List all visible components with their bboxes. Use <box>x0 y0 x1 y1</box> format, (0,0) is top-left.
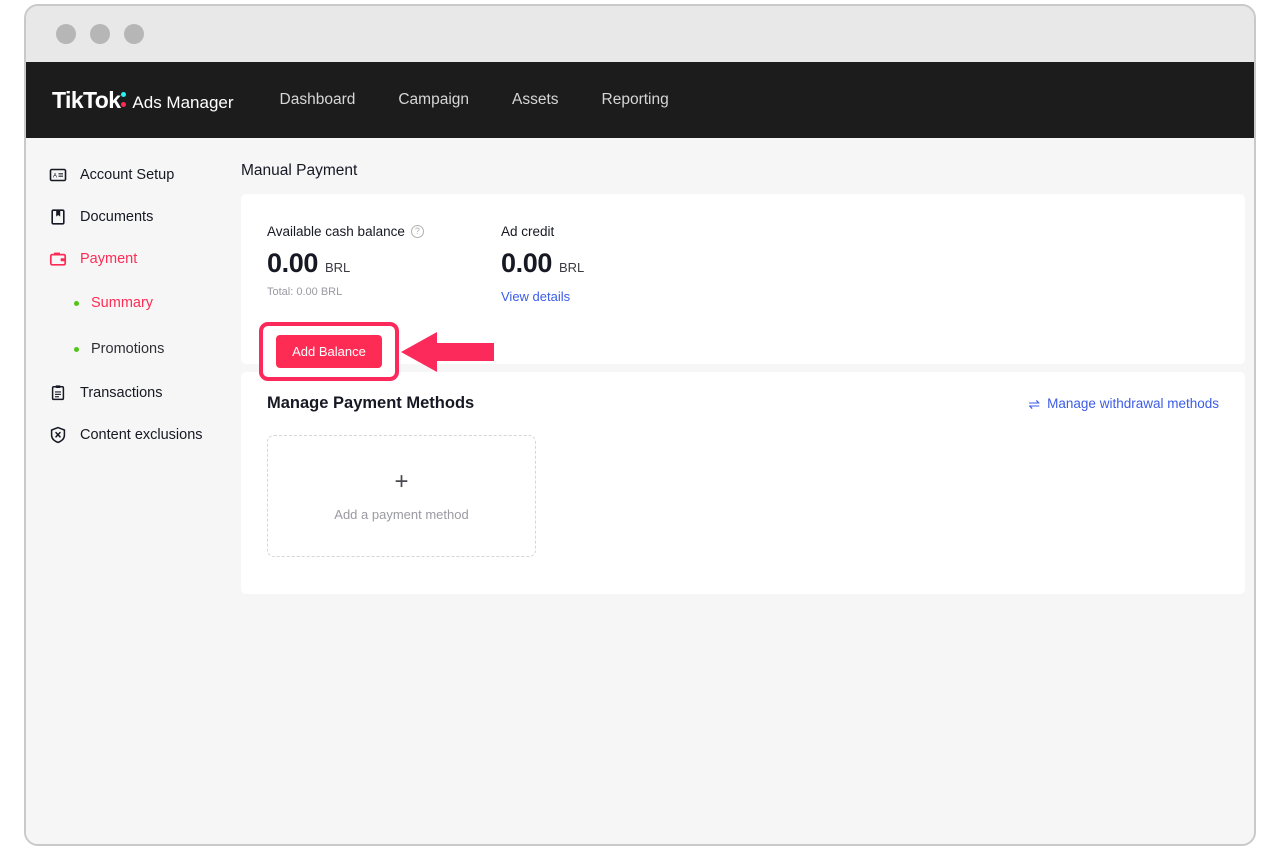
wallet-icon <box>48 250 67 269</box>
id-card-icon: A <box>48 166 67 185</box>
available-cash-amount-row: 0.00 BRL <box>267 248 501 279</box>
sidebar-item-payment[interactable]: Payment <box>26 238 233 280</box>
manage-payment-methods-title: Manage Payment Methods <box>267 394 474 413</box>
logo-colon-icon <box>121 91 128 108</box>
sidebar-item-summary[interactable]: Summary <box>26 280 233 326</box>
balance-card: Available cash balance ? 0.00 BRL Total:… <box>241 194 1245 364</box>
bullet-icon <box>74 347 79 352</box>
swap-arrows-icon: ⇌ <box>1028 397 1040 411</box>
logo-tiktok-text: TikTok <box>52 87 120 114</box>
nav-item-dashboard[interactable]: Dashboard <box>280 91 356 109</box>
document-icon <box>48 208 67 227</box>
annotation-highlight-box: Add Balance <box>259 322 399 381</box>
sidebar-label-documents: Documents <box>80 209 153 225</box>
available-cash-currency: BRL <box>325 260 350 275</box>
app-body: A Account Setup Documents <box>26 138 1254 846</box>
browser-titlebar <box>26 6 1254 62</box>
ad-credit-block: Ad credit 0.00 BRL View details <box>501 224 584 306</box>
add-payment-method-label: Add a payment method <box>334 507 468 522</box>
window-minimize-button[interactable] <box>90 24 110 44</box>
sidebar-item-documents[interactable]: Documents <box>26 196 233 238</box>
top-nav-items: Dashboard Campaign Assets Reporting <box>280 91 669 109</box>
sidebar-item-promotions[interactable]: Promotions <box>26 326 233 372</box>
add-payment-method-placeholder[interactable]: + Add a payment method <box>267 435 536 557</box>
manage-payment-methods-card: Manage Payment Methods ⇌ Manage withdraw… <box>241 372 1245 594</box>
sidebar-label-transactions: Transactions <box>80 385 162 401</box>
top-navigation-bar: TikTok Ads Manager Dashboard Campaign As… <box>26 62 1254 138</box>
available-cash-total: Total: 0.00 BRL <box>267 286 501 298</box>
ad-credit-amount-row: 0.00 BRL <box>501 248 584 279</box>
sidebar-label-content-exclusions: Content exclusions <box>80 427 203 443</box>
window-maximize-button[interactable] <box>124 24 144 44</box>
manage-withdrawal-methods-label: Manage withdrawal methods <box>1047 396 1219 411</box>
manage-payment-methods-header: Manage Payment Methods ⇌ Manage withdraw… <box>267 394 1219 413</box>
sidebar-label-summary: Summary <box>91 295 153 311</box>
help-icon[interactable]: ? <box>411 225 424 238</box>
plus-icon: + <box>394 470 408 494</box>
page-title: Manual Payment <box>241 162 1254 180</box>
logo-ads-manager-text: Ads Manager <box>132 93 233 113</box>
available-cash-balance-label: Available cash balance <box>267 224 405 239</box>
main-content: Manual Payment Available cash balance ? … <box>233 138 1254 846</box>
tiktok-ads-manager-logo[interactable]: TikTok Ads Manager <box>52 87 234 114</box>
balance-stats: Available cash balance ? 0.00 BRL Total:… <box>267 224 1245 306</box>
shield-x-icon <box>48 426 67 445</box>
bullet-icon <box>74 301 79 306</box>
view-details-link[interactable]: View details <box>501 289 570 304</box>
svg-text:A: A <box>53 173 57 179</box>
sidebar-item-account-setup[interactable]: A Account Setup <box>26 154 233 196</box>
nav-item-reporting[interactable]: Reporting <box>602 91 669 109</box>
manage-withdrawal-methods-link[interactable]: ⇌ Manage withdrawal methods <box>1028 396 1219 411</box>
add-balance-button[interactable]: Add Balance <box>276 335 382 368</box>
ad-credit-header: Ad credit <box>501 224 584 239</box>
sidebar-item-content-exclusions[interactable]: Content exclusions <box>26 414 233 456</box>
window-close-button[interactable] <box>56 24 76 44</box>
clipboard-icon <box>48 384 67 403</box>
sidebar-label-promotions: Promotions <box>91 341 164 357</box>
nav-item-campaign[interactable]: Campaign <box>398 91 469 109</box>
annotation-arrow-icon <box>401 331 494 373</box>
ad-credit-amount: 0.00 <box>501 248 552 279</box>
available-cash-balance-header: Available cash balance ? <box>267 224 501 239</box>
sidebar-item-transactions[interactable]: Transactions <box>26 372 233 414</box>
sidebar: A Account Setup Documents <box>26 138 233 846</box>
nav-item-assets[interactable]: Assets <box>512 91 559 109</box>
browser-window: TikTok Ads Manager Dashboard Campaign As… <box>24 4 1256 846</box>
ad-credit-currency: BRL <box>559 260 584 275</box>
ad-credit-label: Ad credit <box>501 224 554 239</box>
sidebar-label-account-setup: Account Setup <box>80 167 174 183</box>
sidebar-label-payment: Payment <box>80 251 137 267</box>
available-cash-balance-block: Available cash balance ? 0.00 BRL Total:… <box>267 224 501 306</box>
available-cash-amount: 0.00 <box>267 248 318 279</box>
